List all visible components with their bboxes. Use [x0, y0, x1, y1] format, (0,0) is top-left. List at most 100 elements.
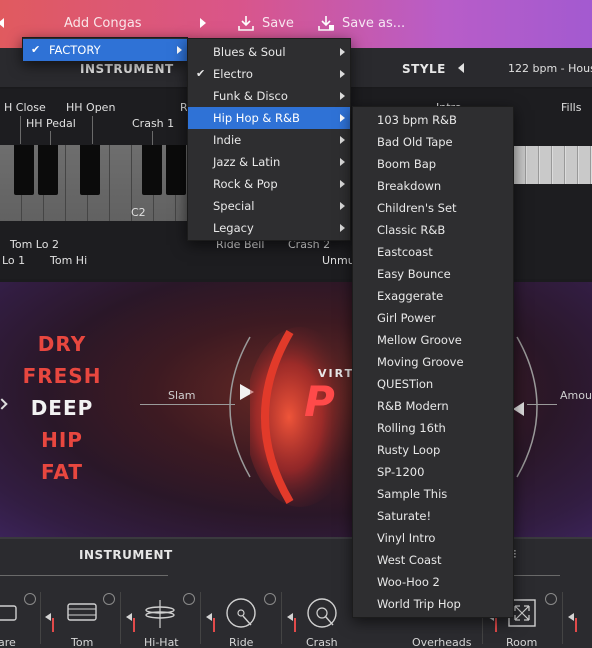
save-button[interactable]: Save [262, 16, 294, 31]
menu-item-style[interactable]: Mellow Groove [353, 329, 513, 351]
crash-icon[interactable] [305, 596, 339, 630]
menu-item-style[interactable]: QUESTion [353, 373, 513, 395]
key-label-tom-hi: Tom Hi [50, 254, 88, 267]
menu-item-style[interactable]: Breakdown [353, 175, 513, 197]
menu-item-style[interactable]: Rusty Loop [353, 439, 513, 461]
fill-key[interactable] [540, 146, 552, 184]
channel-separator [40, 592, 41, 644]
menu-item-style[interactable]: SP-1200 [353, 461, 513, 483]
fill-key[interactable] [579, 146, 591, 184]
menu-item-label: FACTORY [49, 43, 101, 57]
next-arrow-icon[interactable] [200, 18, 206, 28]
save-as-button[interactable]: Save as... [342, 16, 405, 31]
menu-item-label: Girl Power [377, 311, 436, 325]
menu-item-style[interactable]: R&B Modern [353, 395, 513, 417]
menu-item-style[interactable]: Bad Old Tape [353, 131, 513, 153]
menu-item-style[interactable]: Rolling 16th [353, 417, 513, 439]
channel-pan-icon[interactable] [287, 613, 293, 621]
channel-knob[interactable] [24, 593, 36, 605]
menu-item-style[interactable]: Vinyl Intro [353, 527, 513, 549]
fill-key[interactable] [514, 146, 526, 184]
channel-meter [575, 618, 577, 632]
channel-knob[interactable] [264, 593, 276, 605]
menu-item-label: Jazz & Latin [213, 155, 281, 169]
menu-item-label: Eastcoast [377, 245, 433, 259]
menu-item-style[interactable]: Moving Groove [353, 351, 513, 373]
menu-item-style[interactable]: World Trip Hop [353, 593, 513, 615]
menu-item-style[interactable]: Boom Bap [353, 153, 513, 175]
fill-key[interactable] [527, 146, 539, 184]
style-option-dry[interactable]: DRY [22, 332, 102, 356]
menu-item-style[interactable]: 103 bpm R&B [353, 109, 513, 131]
fill-key[interactable] [553, 146, 565, 184]
channel-pan-icon[interactable] [45, 613, 51, 621]
save-as-icon[interactable] [317, 14, 335, 36]
menu-item-legacy[interactable]: Legacy [188, 217, 350, 239]
channel-knob[interactable] [183, 593, 195, 605]
add-congas-label[interactable]: Add Congas [64, 16, 142, 31]
style-option-hip[interactable]: HIP [22, 428, 102, 452]
channel-name-crash: Crash [306, 636, 338, 648]
menu-item-style[interactable]: Eastcoast [353, 241, 513, 263]
channel-separator [120, 592, 121, 644]
fills-keys[interactable] [514, 146, 592, 184]
menu-item-rock-pop[interactable]: Rock & Pop [188, 173, 350, 195]
channel-name-ride: Ride [229, 636, 254, 648]
app-window: Add Congas Save Save as... INSTRUMENT ST… [0, 0, 592, 648]
snare-icon[interactable] [0, 596, 20, 630]
style-option-fat[interactable]: FAT [22, 460, 102, 484]
menu-item-style[interactable]: Classic R&B [353, 219, 513, 241]
menu-item-style[interactable]: Sample This [353, 483, 513, 505]
menu-item-label: Breakdown [377, 179, 442, 193]
amount-handle-icon[interactable] [513, 402, 524, 416]
style-option-fresh[interactable]: FRESH [22, 364, 102, 388]
channel-meter [294, 618, 296, 632]
menu-item-label: Rusty Loop [377, 443, 441, 457]
menu-item-style[interactable]: Children's Set [353, 197, 513, 219]
prev-arrow-icon[interactable] [0, 18, 4, 28]
instrument-header: INSTRUMENT [80, 62, 174, 76]
channel-pan-icon[interactable] [568, 613, 574, 621]
menu-item-label: Exaggerate [377, 289, 444, 303]
menu-item-style[interactable]: Saturate! [353, 505, 513, 527]
channel-pan-icon[interactable] [126, 613, 132, 621]
menu-item-style[interactable]: Girl Power [353, 307, 513, 329]
chevron-right-icon [340, 158, 345, 166]
check-icon: ✔ [196, 67, 206, 80]
menu-item-electro[interactable]: ✔ Electro [188, 63, 350, 85]
bpm-display: 122 bpm - Hous [508, 62, 592, 75]
amount-line [527, 404, 557, 405]
menu-item-label: Electro [213, 67, 253, 81]
menu-item-style[interactable]: Woo-Hoo 2 [353, 571, 513, 593]
channel-meter [52, 618, 54, 632]
menu-item-blues-soul[interactable]: Blues & Soul [188, 41, 350, 63]
ride-icon[interactable] [224, 596, 258, 630]
chevron-right-icon [177, 46, 182, 54]
channel-meter [213, 618, 215, 632]
menu-item-hiphop-rnb[interactable]: Hip Hop & R&B [188, 107, 350, 129]
tom-icon[interactable] [65, 596, 99, 630]
menu-item-funk-disco[interactable]: Funk & Disco [188, 85, 350, 107]
menu-item-jazz-latin[interactable]: Jazz & Latin [188, 151, 350, 173]
style-prev-icon[interactable] [458, 63, 464, 73]
channel-knob[interactable] [545, 593, 557, 605]
save-icon[interactable] [237, 14, 255, 36]
style-left-arrow-icon[interactable] [0, 398, 8, 410]
channel-knob[interactable] [103, 593, 115, 605]
menu-item-indie[interactable]: Indie [188, 129, 350, 151]
menu-item-special[interactable]: Special [188, 195, 350, 217]
menu-item-label: Rolling 16th [377, 421, 446, 435]
hihat-icon[interactable] [143, 596, 177, 630]
menu-item-factory[interactable]: ✔ FACTORY [23, 39, 187, 61]
key-label-hh-close: H Close [4, 101, 46, 114]
menu-item-style[interactable]: West Coast [353, 549, 513, 571]
fill-key[interactable] [566, 146, 578, 184]
menu-item-label: Classic R&B [377, 223, 446, 237]
key-label-hh-pedal: HH Pedal [26, 117, 76, 130]
channel-name-room: Room [506, 636, 538, 648]
menu-item-style[interactable]: Easy Bounce [353, 263, 513, 285]
channel-pan-icon[interactable] [206, 613, 212, 621]
channel-meter [133, 618, 135, 632]
style-option-deep[interactable]: DEEP [22, 396, 102, 420]
menu-item-style[interactable]: Exaggerate [353, 285, 513, 307]
